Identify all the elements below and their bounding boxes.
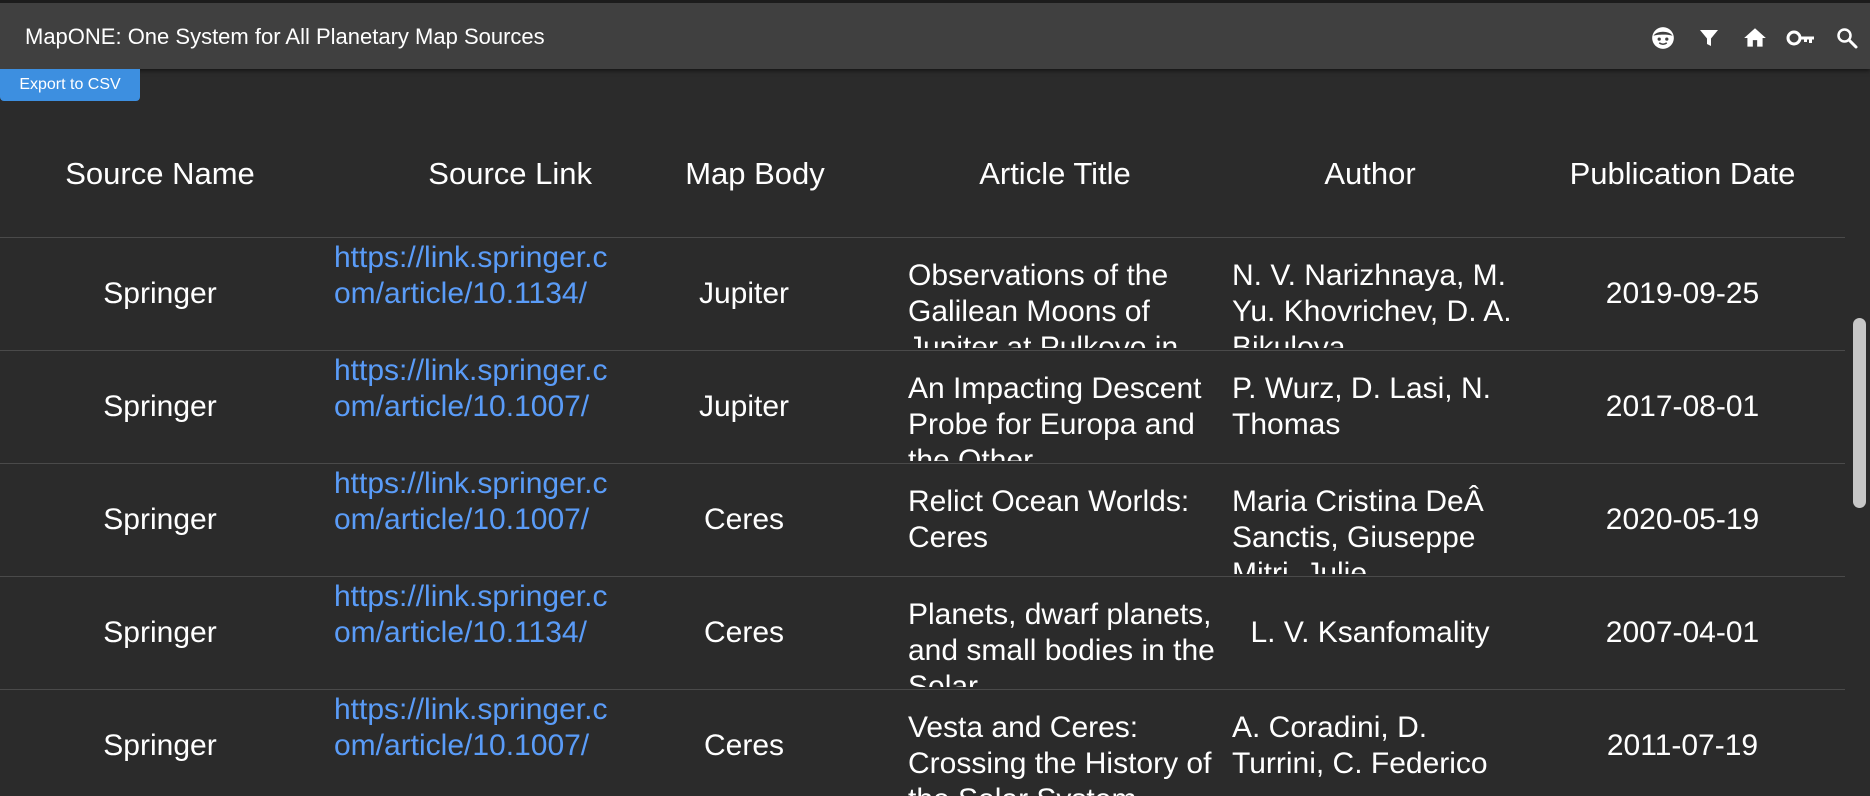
cell-map-body: Jupiter [698, 277, 790, 310]
cell-source-name: Springer [103, 729, 217, 762]
cell-author: P. Wurz, D. Lasi, N. Thomas [1232, 372, 1491, 441]
cell-publication-date: 2019-09-25 [1605, 277, 1760, 310]
header-source-link[interactable]: Source Link [320, 110, 620, 238]
header-author[interactable]: Author [1220, 110, 1520, 238]
scrollbar-thumb[interactable] [1853, 318, 1866, 508]
cell-article-title: An Impacting Descent Probe for Europa an… [908, 372, 1202, 461]
cell-article-title: Vesta and Ceres: Crossing the History of… [908, 711, 1212, 796]
cell-source-name: Springer [103, 390, 217, 423]
source-link[interactable]: https://link.springer.com/article/10.113… [334, 240, 614, 312]
cell-map-body: Ceres [703, 503, 785, 536]
header-map-body[interactable]: Map Body [620, 110, 890, 238]
filter-icon[interactable] [1694, 23, 1724, 53]
top-app-bar: MapONE: One System for All Planetary Map… [0, 0, 1870, 69]
cell-map-body: Ceres [703, 729, 785, 762]
cell-map-body: Ceres [703, 616, 785, 649]
cell-author: N. V. Narizhnaya, M. Yu. Khovrichev, D. … [1232, 259, 1512, 348]
cell-author: Maria Cristina DeÂ Sanctis, Giuseppe Mit… [1232, 485, 1484, 574]
cell-author: A. Coradini, D. Turrini, C. Federico [1232, 711, 1488, 780]
toolbar-icons [1632, 23, 1862, 53]
cell-article-title: Observations of the Galilean Moons of Ju… [908, 259, 1179, 348]
cell-publication-date: 2007-04-01 [1605, 616, 1760, 649]
header-publication-date[interactable]: Publication Date [1520, 110, 1845, 238]
search-icon[interactable] [1832, 23, 1862, 53]
app-title: MapONE: One System for All Planetary Map… [25, 24, 545, 49]
header-article-title[interactable]: Article Title [890, 110, 1220, 238]
source-link[interactable]: https://link.springer.com/article/10.100… [334, 466, 614, 538]
sources-table-container: Source Name Source Link Map Body Article… [0, 110, 1845, 796]
cell-map-body: Jupiter [698, 390, 790, 423]
export-csv-button[interactable]: Export to CSV [0, 69, 140, 101]
cell-source-name: Springer [103, 616, 217, 649]
table-row: Springer https://link.springer.com/artic… [0, 463, 1845, 577]
table-header-row: Source Name Source Link Map Body Article… [0, 110, 1845, 238]
source-link[interactable]: https://link.springer.com/article/10.100… [334, 353, 614, 425]
table-row: Springer https://link.springer.com/artic… [0, 237, 1845, 351]
table-row: Springer https://link.springer.com/artic… [0, 576, 1845, 690]
cell-article-title: Planets, dwarf planets, and small bodies… [908, 598, 1215, 687]
source-link[interactable]: https://link.springer.com/article/10.113… [334, 579, 614, 651]
table-row: Springer https://link.springer.com/artic… [0, 689, 1845, 796]
cell-article-title: Relict Ocean Worlds: Ceres [908, 485, 1190, 554]
cell-publication-date: 2017-08-01 [1605, 390, 1760, 423]
table-row: Springer https://link.springer.com/artic… [0, 350, 1845, 464]
header-source-name[interactable]: Source Name [0, 110, 320, 238]
cell-publication-date: 2011-07-19 [1606, 729, 1759, 762]
cell-source-name: Springer [103, 503, 217, 536]
cell-publication-date: 2020-05-19 [1605, 503, 1760, 536]
source-link[interactable]: https://link.springer.com/article/10.100… [334, 692, 614, 764]
cell-author: L. V. Ksanfomality [1250, 616, 1490, 649]
cell-source-name: Springer [103, 277, 217, 310]
key-icon[interactable] [1786, 23, 1816, 53]
home-icon[interactable] [1740, 23, 1770, 53]
sources-table: Source Name Source Link Map Body Article… [0, 110, 1845, 796]
face-icon[interactable] [1648, 23, 1678, 53]
